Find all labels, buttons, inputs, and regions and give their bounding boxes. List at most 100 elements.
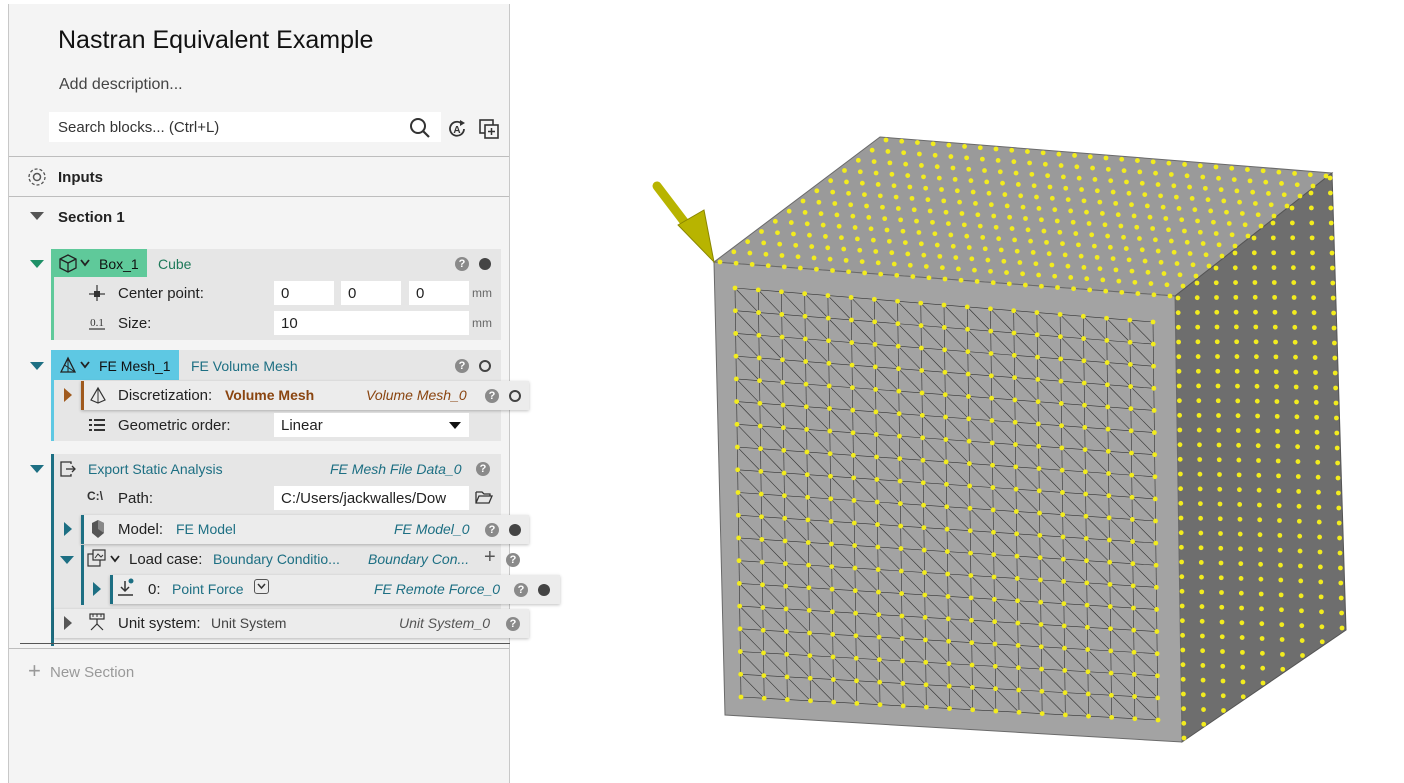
mesh-node xyxy=(1240,664,1246,670)
mesh-node xyxy=(1052,273,1058,279)
section-title[interactable]: Section 1 xyxy=(58,209,125,226)
mesh-node xyxy=(825,293,831,298)
mesh-node xyxy=(1328,205,1334,211)
collapse-box-icon[interactable] xyxy=(30,260,44,268)
mesh-node xyxy=(1161,271,1167,276)
center-z-input[interactable]: 0 xyxy=(409,281,469,305)
mesh-node xyxy=(993,146,999,152)
mesh-node xyxy=(1027,160,1033,166)
mesh-node xyxy=(1274,413,1280,419)
size-label: Size: xyxy=(118,315,152,332)
mesh-node xyxy=(1219,590,1224,595)
mesh-node xyxy=(876,612,882,617)
auto-run-icon[interactable]: A xyxy=(446,118,468,140)
mesh-node xyxy=(1332,355,1338,361)
mesh-node xyxy=(939,265,945,271)
mesh-node xyxy=(1155,717,1161,723)
mesh-node xyxy=(1177,456,1183,462)
mesh-node xyxy=(988,202,994,208)
mesh-node xyxy=(1037,555,1043,561)
box-name[interactable]: Box_1 xyxy=(99,256,139,272)
add-section-icon[interactable]: + xyxy=(28,660,41,682)
mesh-node xyxy=(1296,489,1302,494)
loadcase-bar xyxy=(81,545,84,605)
center-y-input[interactable]: 0 xyxy=(341,281,401,305)
mesh-node xyxy=(922,592,928,598)
help-icon[interactable]: ? xyxy=(455,257,469,271)
search-input[interactable]: Search blocks... (Ctrl+L) xyxy=(49,112,441,142)
mesh-node xyxy=(973,200,978,206)
mesh-node xyxy=(905,173,911,178)
help-icon[interactable]: ? xyxy=(455,359,469,373)
help-icon[interactable]: ? xyxy=(506,617,520,631)
mesh-node xyxy=(1177,427,1183,433)
geometric-order-select[interactable]: Linear xyxy=(274,413,469,437)
inputs-label[interactable]: Inputs xyxy=(58,169,103,186)
loadcase-value[interactable]: Boundary Conditio... xyxy=(213,551,340,567)
mesh-node xyxy=(804,472,810,478)
mesh-node xyxy=(1254,383,1260,389)
mesh-node xyxy=(1198,545,1204,551)
chevron-down-icon[interactable] xyxy=(80,259,90,267)
chevron-down-icon[interactable] xyxy=(110,555,120,563)
mesh-node xyxy=(830,677,836,682)
folder-open-icon[interactable] xyxy=(475,489,493,505)
block-panel: Nastran Equivalent Example Add descripti… xyxy=(8,4,560,783)
mesh-node xyxy=(1233,309,1239,315)
dropdown-arrow-icon[interactable] xyxy=(449,422,461,429)
mesh-node xyxy=(962,144,967,149)
3d-viewport[interactable] xyxy=(520,0,1404,783)
mesh-node xyxy=(930,141,936,147)
mesh-node xyxy=(920,457,926,463)
collapse-loadcase-icon[interactable] xyxy=(60,556,74,564)
mesh-name[interactable]: FE Mesh_1 xyxy=(99,358,171,374)
collapse-section-icon[interactable] xyxy=(30,212,44,220)
mesh-node xyxy=(1004,270,1009,275)
mesh-node xyxy=(1254,398,1260,404)
path-input[interactable]: C:/Users/jackwalles/Dow xyxy=(274,486,469,510)
duplicate-icon[interactable] xyxy=(478,118,500,140)
chevron-down-icon[interactable] xyxy=(80,361,90,369)
mesh-node xyxy=(1078,253,1084,259)
mesh-node xyxy=(1237,531,1243,537)
mesh-node xyxy=(1297,548,1303,554)
force-value[interactable]: Point Force xyxy=(172,581,244,597)
force-dropdown-button[interactable] xyxy=(254,579,269,594)
mesh-node xyxy=(1150,341,1156,347)
expand-model-icon[interactable] xyxy=(64,522,72,536)
size-input[interactable]: 10 xyxy=(274,311,469,335)
discretization-value[interactable]: Volume Mesh xyxy=(225,387,314,403)
add-icon[interactable]: + xyxy=(484,546,496,569)
center-x-input[interactable]: 0 xyxy=(274,281,334,305)
mesh-node xyxy=(738,694,744,700)
expand-unit-icon[interactable] xyxy=(64,616,72,630)
mesh-node xyxy=(992,663,998,669)
help-icon[interactable]: ? xyxy=(485,523,499,537)
mesh-node xyxy=(967,483,973,489)
expand-discretization-icon[interactable] xyxy=(64,388,72,402)
export-name[interactable]: Export Static Analysis xyxy=(88,461,223,477)
description-field[interactable]: Add description... xyxy=(59,76,183,94)
mesh-node xyxy=(1145,269,1151,275)
mesh-node xyxy=(761,240,767,246)
mesh-node xyxy=(1202,185,1208,191)
unit-system-value[interactable]: Unit System xyxy=(211,615,286,631)
mesh-node xyxy=(1274,399,1280,404)
point-force-arrow xyxy=(652,181,715,264)
help-icon[interactable]: ? xyxy=(506,553,520,567)
mesh-node xyxy=(1271,213,1277,219)
mesh-node xyxy=(1034,194,1039,200)
loadcase-ref: Boundary Con... xyxy=(368,551,470,567)
page-title[interactable]: Nastran Equivalent Example xyxy=(58,26,373,55)
model-value[interactable]: FE Model xyxy=(176,521,236,537)
mesh-node xyxy=(756,310,761,315)
search-icon[interactable] xyxy=(409,117,431,139)
collapse-export-icon[interactable] xyxy=(30,465,44,473)
mesh-node xyxy=(975,212,981,218)
expand-force-icon[interactable] xyxy=(93,582,101,596)
help-icon[interactable]: ? xyxy=(476,462,490,476)
collapse-mesh-icon[interactable] xyxy=(30,362,44,370)
new-section-button[interactable]: New Section xyxy=(50,664,134,681)
mesh-node xyxy=(1260,168,1266,174)
help-icon[interactable]: ? xyxy=(485,389,499,403)
